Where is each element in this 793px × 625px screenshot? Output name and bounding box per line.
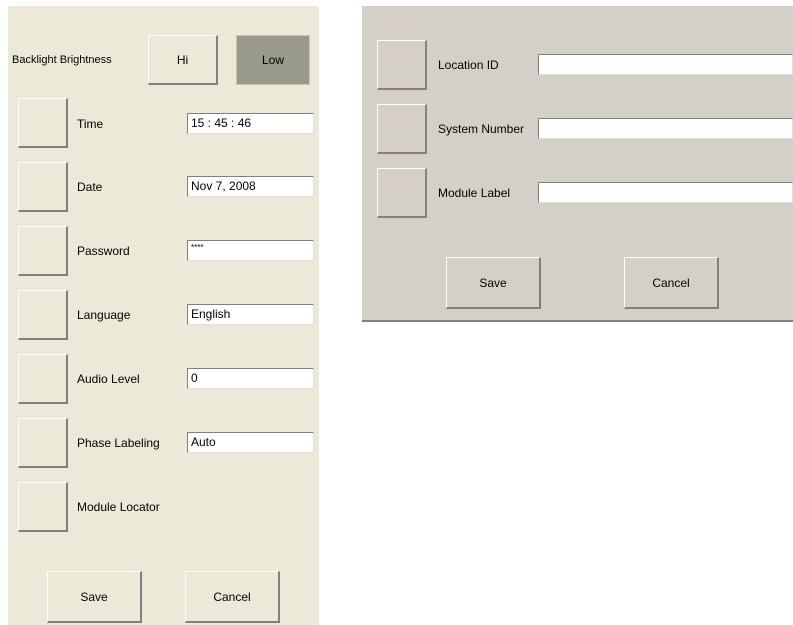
settings-panel: Backlight Brightness Hi Low Time 15 : 45…	[8, 6, 319, 625]
date-select-button[interactable]	[18, 162, 68, 212]
save-button[interactable]: Save	[446, 257, 541, 309]
backlight-low-button[interactable]: Low	[236, 35, 310, 85]
module-locator-label: Module Locator	[77, 500, 160, 514]
password-select-button[interactable]	[18, 226, 68, 276]
audio-level-label: Audio Level	[77, 372, 140, 386]
time-label: Time	[77, 117, 104, 131]
cancel-button[interactable]: Cancel	[624, 257, 719, 309]
date-field[interactable]: Nov 7, 2008	[187, 176, 314, 197]
location-id-select-button[interactable]	[377, 40, 427, 90]
backlight-brightness-label: Backlight Brightness	[12, 54, 112, 66]
audio-level-field[interactable]: 0	[187, 368, 314, 389]
time-field[interactable]: 15 : 45 : 46	[187, 113, 314, 134]
phase-labeling-label: Phase Labeling	[77, 436, 160, 450]
password-field[interactable]: ****	[187, 240, 314, 261]
audio-level-select-button[interactable]	[18, 354, 68, 404]
system-number-label: System Number	[438, 122, 525, 136]
save-button[interactable]: Save	[47, 571, 142, 623]
language-field[interactable]: English	[187, 304, 314, 325]
language-label: Language	[77, 308, 131, 322]
module-info-panel: Location ID System Number Module Label S…	[362, 6, 793, 322]
date-label: Date	[77, 180, 103, 194]
backlight-hi-button[interactable]: Hi	[148, 35, 218, 85]
time-select-button[interactable]	[18, 98, 68, 148]
location-id-label: Location ID	[438, 58, 499, 72]
phase-labeling-field[interactable]: Auto	[187, 432, 314, 453]
cancel-button[interactable]: Cancel	[185, 571, 280, 623]
module-label-label: Module Label	[438, 186, 511, 200]
system-number-select-button[interactable]	[377, 104, 427, 154]
module-locator-select-button[interactable]	[18, 482, 68, 532]
phase-labeling-select-button[interactable]	[18, 418, 68, 468]
password-label: Password	[77, 244, 130, 258]
module-label-select-button[interactable]	[377, 168, 427, 218]
module-label-field[interactable]	[538, 182, 793, 203]
location-id-field[interactable]	[538, 54, 793, 75]
language-select-button[interactable]	[18, 290, 68, 340]
system-number-field[interactable]	[538, 118, 793, 139]
